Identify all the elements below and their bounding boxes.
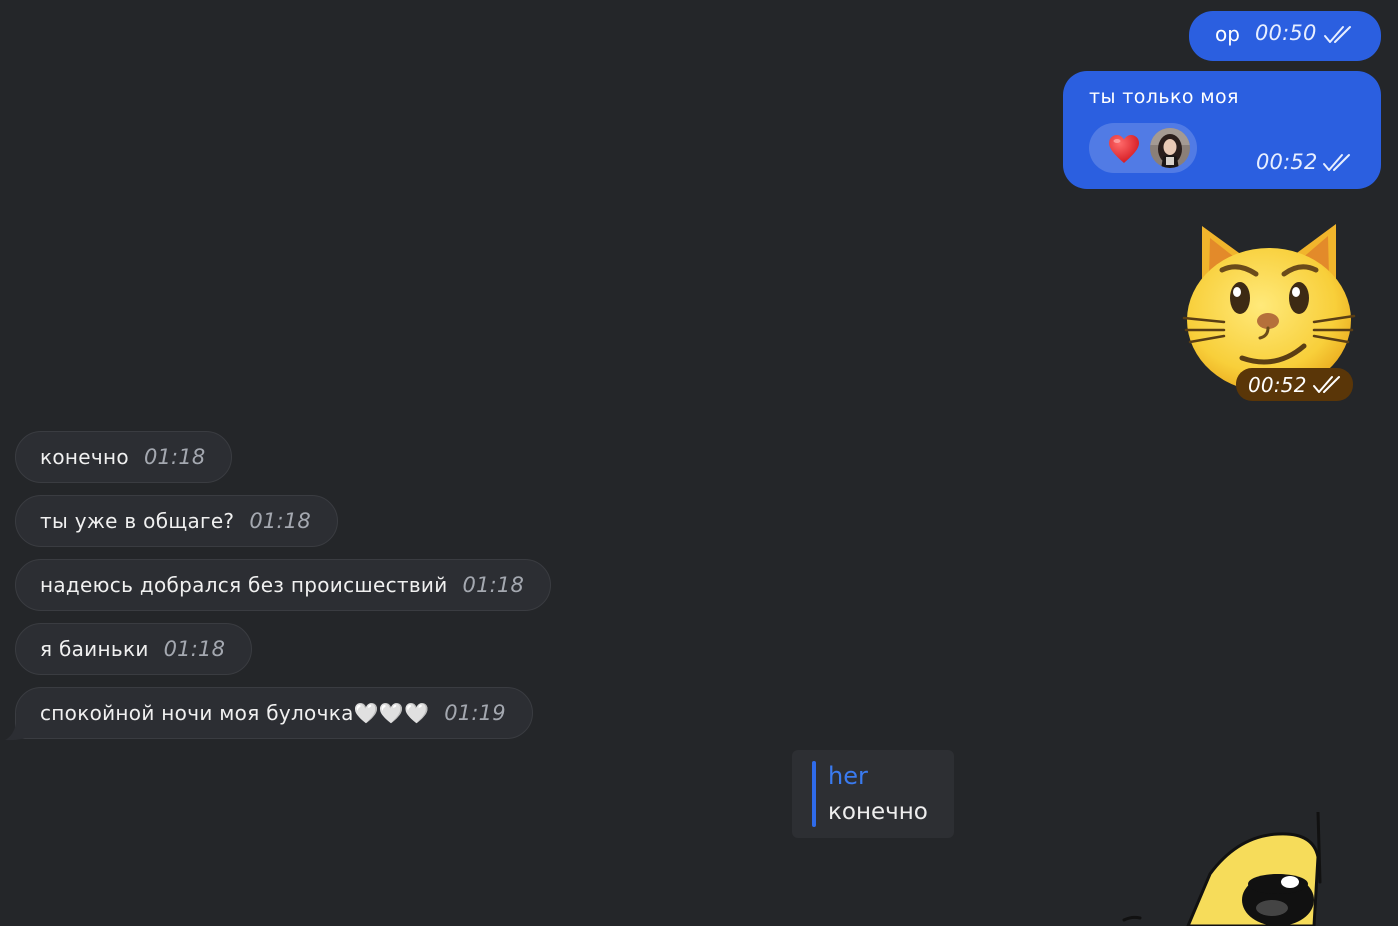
message-time: 01:18 (249, 509, 311, 533)
creature-icon (1122, 810, 1322, 926)
message-time: 01:19 (444, 701, 506, 725)
smirking-cat-sticker[interactable]: 00:52 (1180, 218, 1358, 403)
message-text: ты только моя (1089, 86, 1239, 108)
incoming-message[interactable]: конечно 01:18 (15, 431, 233, 483)
double-check-icon (1323, 25, 1353, 49)
message-time: 00:50 (1255, 21, 1317, 45)
incoming-message[interactable]: спокойной ночи моя булочка🤍🤍🤍 01:19 (15, 687, 533, 739)
reaction-pill[interactable] (1089, 123, 1197, 173)
message-time: 00:52 (1256, 150, 1318, 174)
message-time: 01:18 (462, 573, 525, 597)
message-time: 00:52 (1248, 373, 1307, 397)
message-text: ты уже в общаге? (40, 509, 235, 533)
chat-view: ор 00:50 ты только моя 00:52 00:52 конеч… (0, 0, 1398, 926)
message-time: 01:18 (143, 445, 206, 469)
reply-preview[interactable]: her конечно (792, 750, 954, 838)
incoming-message[interactable]: я баиньки 01:18 (15, 623, 253, 675)
double-check-icon (1312, 375, 1342, 399)
reply-author: her (828, 762, 868, 790)
message-text: конечно (40, 445, 129, 469)
heart-icon (1107, 133, 1141, 169)
message-time: 01:18 (163, 637, 226, 661)
outgoing-message[interactable]: ты только моя 00:52 (1063, 71, 1381, 189)
incoming-message[interactable]: надеюсь добрался без происшествий 01:18 (15, 559, 552, 611)
message-text: надеюсь добрался без происшествий (40, 573, 448, 597)
reactor-avatar[interactable] (1149, 127, 1191, 173)
message-text: ор (1215, 22, 1240, 46)
yellow-creature-sticker[interactable] (1118, 810, 1338, 926)
reply-text: конечно (828, 799, 928, 825)
sticker-time-badge: 00:52 (1236, 368, 1353, 401)
double-check-icon (1322, 153, 1352, 177)
reply-accent-bar (812, 761, 816, 827)
bubble-tail (5, 712, 29, 741)
outgoing-message[interactable]: ор 00:50 (1189, 11, 1381, 61)
message-text: спокойной ночи моя булочка🤍🤍🤍 (40, 701, 430, 725)
message-text: я баиньки (40, 637, 149, 661)
incoming-message[interactable]: ты уже в общаге? 01:18 (15, 495, 338, 547)
